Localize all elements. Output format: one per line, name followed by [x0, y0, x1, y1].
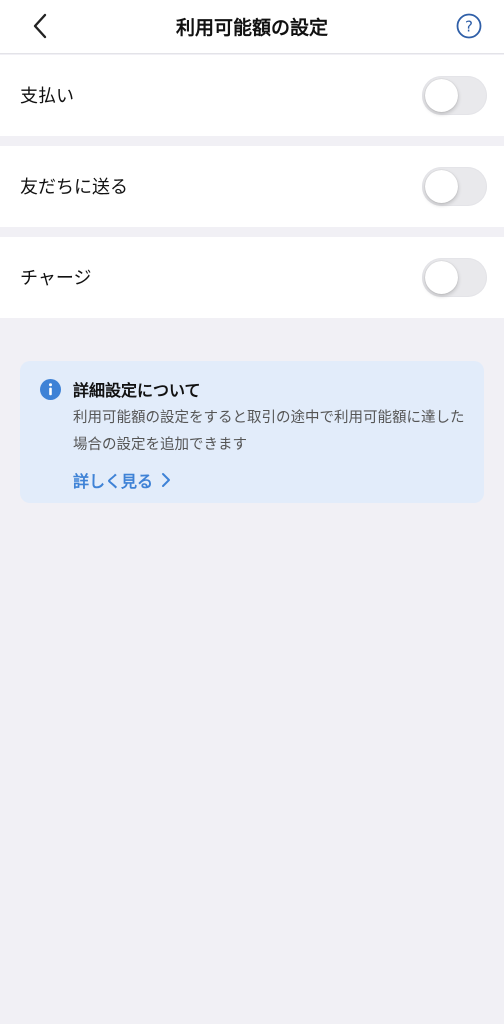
- charge-toggle[interactable]: [422, 258, 487, 297]
- chevron-right-icon: [162, 473, 171, 487]
- payment-toggle[interactable]: [422, 76, 487, 115]
- info-card: 詳細設定について 利用可能額の設定をすると取引の途中で利用可能額に達した場合の設…: [20, 361, 484, 503]
- send-to-friends-toggle[interactable]: [422, 167, 487, 206]
- info-icon: [40, 379, 61, 400]
- info-title: 詳細設定について: [73, 381, 201, 400]
- toggle-knob: [425, 170, 458, 203]
- header: 利用可能額の設定 ?: [0, 0, 504, 54]
- toggle-knob: [425, 79, 458, 112]
- svg-text:?: ?: [465, 18, 473, 36]
- setting-row-charge: チャージ: [0, 237, 504, 318]
- setting-label: 支払い: [20, 86, 74, 107]
- setting-row-payment: 支払い: [0, 55, 504, 136]
- learn-more-label: 詳しく見る: [73, 472, 154, 491]
- question-circle-icon: ?: [456, 13, 482, 39]
- setting-label: チャージ: [20, 268, 92, 289]
- setting-label: 友だちに送る: [20, 177, 128, 198]
- page-title: 利用可能額の設定: [175, 17, 328, 39]
- learn-more-link[interactable]: 詳しく見る: [73, 468, 171, 492]
- toggle-knob: [425, 261, 458, 294]
- setting-row-send-to-friends: 友だちに送る: [0, 146, 504, 227]
- info-body: 利用可能額の設定をすると取引の途中で利用可能額に達した場合の設定を追加できます: [73, 410, 465, 453]
- help-button[interactable]: ?: [456, 13, 482, 39]
